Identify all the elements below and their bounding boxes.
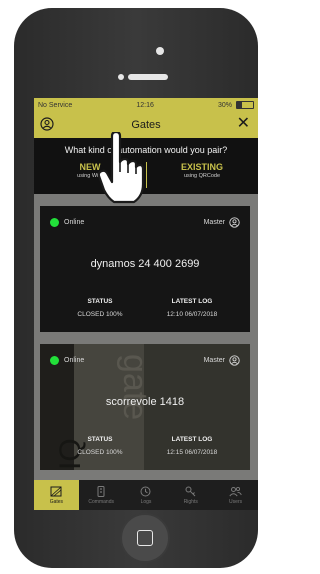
tab-label: Gates xyxy=(49,498,64,505)
tab-rights[interactable]: Rights xyxy=(168,480,213,510)
role-label: Master xyxy=(203,219,225,226)
online-led-icon xyxy=(50,356,59,365)
tab-label: Users xyxy=(229,498,243,505)
battery-percent: 30% xyxy=(218,101,233,109)
device-name: dynamos 24 400 2699 xyxy=(90,258,200,270)
clock: 12:16 xyxy=(136,101,154,109)
device-card[interactable]: Online Master dynamos 24 400 2699 STATUS… xyxy=(40,206,250,332)
battery-icon xyxy=(235,101,254,109)
logs-icon xyxy=(140,486,151,496)
home-square-icon xyxy=(137,530,153,546)
sensor-dot xyxy=(118,74,124,80)
status-heading: STATUS xyxy=(87,298,113,305)
status-bar: No Service 12:16 30% xyxy=(34,98,258,112)
role-indicator: Master xyxy=(204,355,240,366)
page-title: Gates xyxy=(131,119,161,131)
device-card[interactable]: gate IQ Online Master scorrevole 1418 ST… xyxy=(40,344,250,470)
tab-label: Rights xyxy=(183,498,198,505)
tab-commands[interactable]: Commands xyxy=(79,480,124,510)
device-list[interactable]: Online Master dynamos 24 400 2699 STATUS… xyxy=(34,194,258,484)
pair-existing-button[interactable]: EXISTING using QRCode xyxy=(146,162,258,179)
tab-label: Commands xyxy=(88,498,114,505)
gate-icon xyxy=(50,486,62,496)
user-icon[interactable] xyxy=(40,117,54,131)
earpiece-speaker xyxy=(128,74,168,80)
carrier-label: No Service xyxy=(38,101,73,109)
log-value: 12:15 06/07/2018 xyxy=(166,449,218,456)
remote-icon xyxy=(97,485,105,497)
close-icon[interactable]: ✕ xyxy=(237,115,250,133)
status-heading: STATUS xyxy=(87,436,113,443)
app-screen: No Service 12:16 30% Gates ✕ What kind o… xyxy=(34,98,258,510)
front-camera xyxy=(156,47,164,55)
key-icon xyxy=(185,486,196,496)
nav-bar: Gates ✕ xyxy=(34,112,258,138)
status-value: CLOSED 100% xyxy=(77,311,123,318)
user-icon xyxy=(229,355,240,366)
online-indicator: Online xyxy=(50,356,84,365)
tab-gates[interactable]: Gates xyxy=(34,480,79,510)
user-icon xyxy=(229,217,240,228)
pointing-hand-icon xyxy=(98,132,144,204)
pair-existing-sub: using QRCode xyxy=(183,173,221,179)
online-label: Online xyxy=(64,357,85,364)
role-label: Master xyxy=(203,357,225,364)
device-name: scorrevole 1418 xyxy=(105,396,185,408)
status-value: CLOSED 100% xyxy=(77,449,123,456)
users-icon xyxy=(229,486,242,496)
online-indicator: Online xyxy=(50,218,84,227)
pair-question: What kind of automation would you pair? xyxy=(64,145,228,155)
tab-label: Logs xyxy=(140,498,152,505)
tab-logs[interactable]: Logs xyxy=(124,480,169,510)
online-label: Online xyxy=(64,219,85,226)
role-indicator: Master xyxy=(204,217,240,228)
tab-users[interactable]: Users xyxy=(213,480,258,510)
log-heading: LATEST LOG xyxy=(171,298,213,305)
pair-existing-label: EXISTING xyxy=(180,162,223,172)
home-button[interactable] xyxy=(120,513,170,563)
online-led-icon xyxy=(50,218,59,227)
pair-panel: What kind of automation would you pair? … xyxy=(34,138,258,194)
log-value: 12:10 06/07/2018 xyxy=(166,311,218,318)
battery-indicator: 30% xyxy=(218,101,254,109)
log-heading: LATEST LOG xyxy=(171,436,213,443)
tab-bar: Gates Commands Logs Rights Users xyxy=(34,480,258,510)
